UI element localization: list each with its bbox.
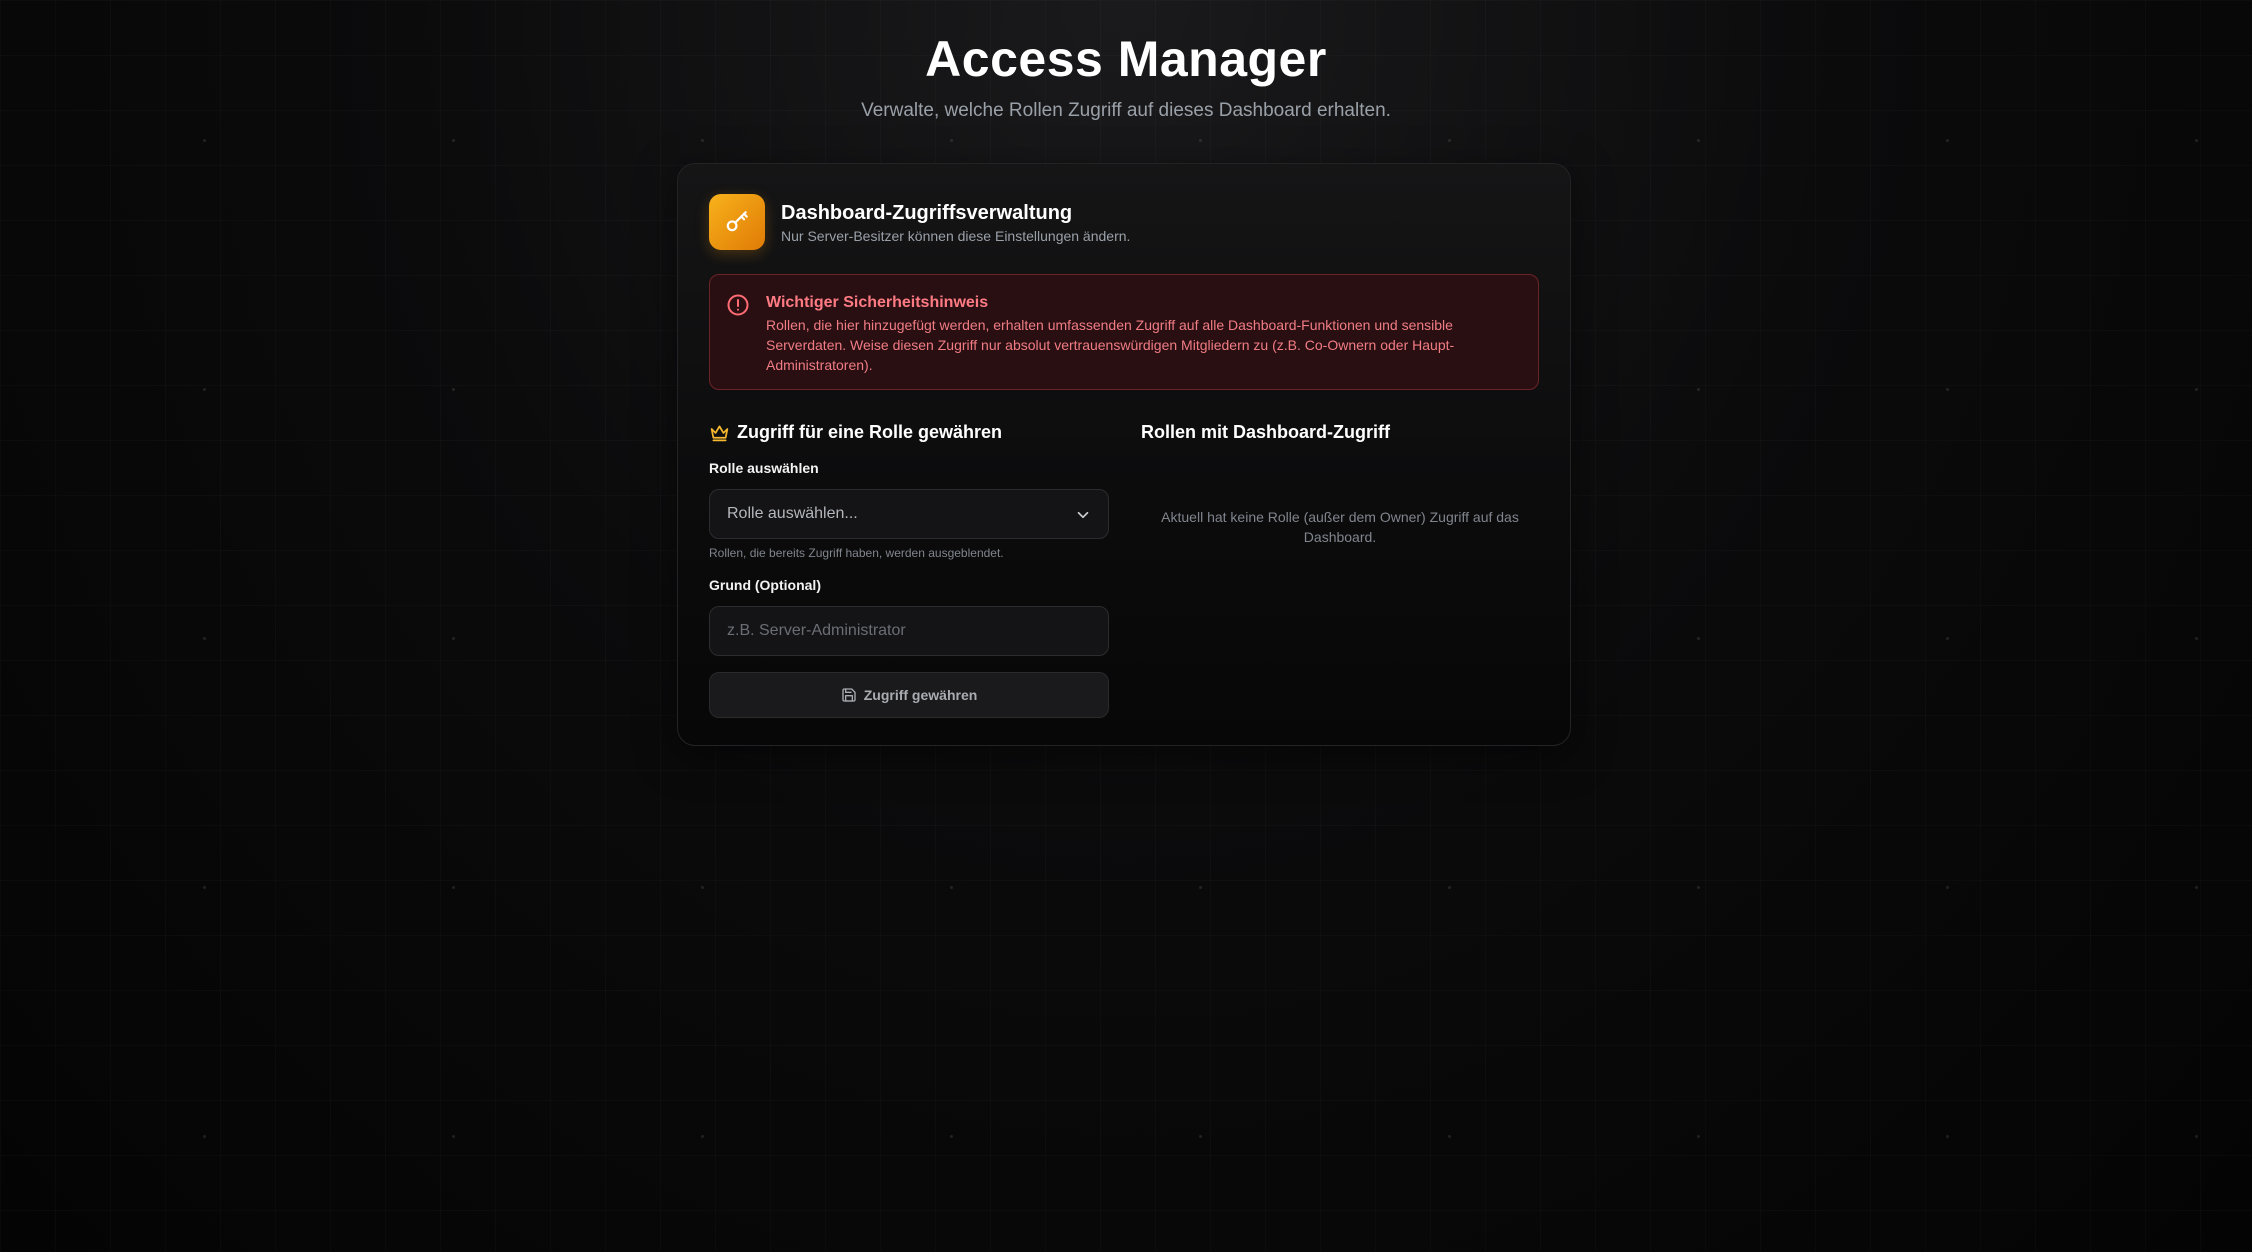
access-list-section: Rollen mit Dashboard-Zugriff Aktuell hat… [1141,419,1539,547]
card-title: Dashboard-Zugriffsverwaltung [781,202,1073,224]
grant-access-button-label: Zugriff gewähren [863,687,978,703]
grant-access-button[interactable]: Zugriff gewähren [709,672,1109,718]
card-subtitle: Nur Server-Besitzer können diese Einstel… [781,228,1131,244]
role-select-label: Rolle auswählen [709,460,819,476]
alert-text: Rollen, die hier hinzugefügt werden, erh… [766,317,1455,373]
page: Access Manager Verwalte, welche Rollen Z… [0,0,2252,1252]
security-alert: Wichtiger Sicherheitshinweis Rollen, die… [709,274,1539,390]
reason-label: Grund (Optional) [709,577,821,593]
grant-section-title: Zugriff für eine Rolle gewähren [709,419,1109,445]
role-select[interactable]: Rolle auswählen... [709,489,1109,539]
access-list-empty-state: Aktuell hat keine Rolle (außer dem Owner… [1161,509,1519,545]
grant-section-title-text: Zugriff für eine Rolle gewähren [737,421,1003,442]
page-subtitle: Verwalte, welche Rollen Zugriff auf dies… [861,100,1391,121]
page-header: Access Manager Verwalte, welche Rollen Z… [0,26,2252,122]
chevron-down-icon [1077,511,1089,519]
card-header-text: Dashboard-Zugriffsverwaltung Nur Server-… [781,200,1130,244]
role-select-value: Rolle auswählen... [727,505,858,522]
alert-title: Wichtiger Sicherheitshinweis [766,294,989,311]
grant-access-section: Zugriff für eine Rolle gewähren Rolle au… [709,419,1109,718]
role-select-hint: Rollen, die bereits Zugriff haben, werde… [709,546,1004,560]
reason-input[interactable] [709,606,1109,656]
page-title: Access Manager [925,31,1327,87]
access-card: Dashboard-Zugriffsverwaltung Nur Server-… [677,163,1571,746]
card-header: Dashboard-Zugriffsverwaltung Nur Server-… [709,194,1130,250]
crown-icon [710,425,729,441]
key-icon [709,194,765,250]
access-list-title: Rollen mit Dashboard-Zugriff [1141,421,1390,442]
save-icon [842,688,856,702]
alert-circle-icon [727,294,749,316]
